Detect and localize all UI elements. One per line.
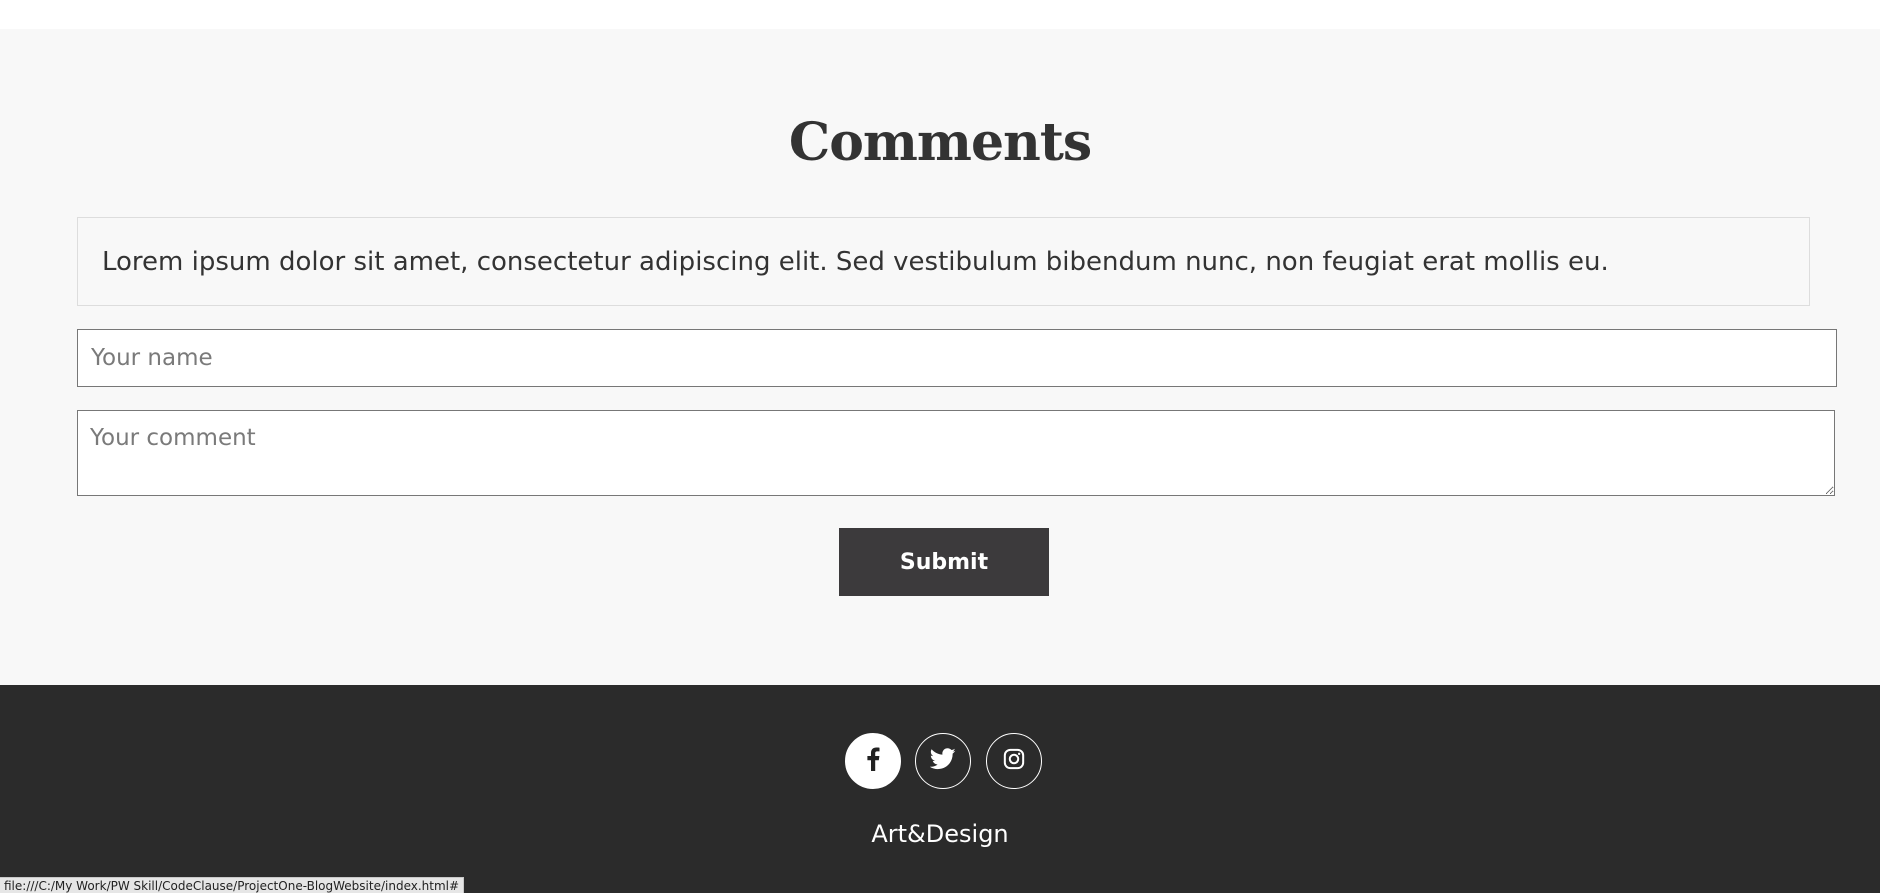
twitter-link[interactable] bbox=[915, 733, 971, 789]
submit-button[interactable]: Submit bbox=[839, 528, 1049, 596]
social-links bbox=[0, 733, 1880, 789]
twitter-icon bbox=[929, 748, 956, 774]
status-bar-url: file:///C:/My Work/PW Skill/CodeClause/P… bbox=[0, 877, 465, 893]
instagram-icon bbox=[1003, 748, 1025, 774]
comment-text: Lorem ipsum dolor sit amet, consectetur … bbox=[102, 246, 1609, 277]
footer-brand: Art&Design bbox=[871, 820, 1009, 848]
facebook-link[interactable] bbox=[845, 733, 901, 789]
facebook-icon bbox=[866, 747, 880, 775]
comments-title: Comments bbox=[788, 112, 1092, 173]
top-strip bbox=[0, 0, 1880, 29]
comment-input[interactable] bbox=[77, 410, 1835, 496]
comment-card: Lorem ipsum dolor sit amet, consectetur … bbox=[77, 217, 1810, 306]
footer bbox=[0, 685, 1880, 893]
name-input[interactable] bbox=[77, 329, 1837, 387]
instagram-link[interactable] bbox=[986, 733, 1042, 789]
